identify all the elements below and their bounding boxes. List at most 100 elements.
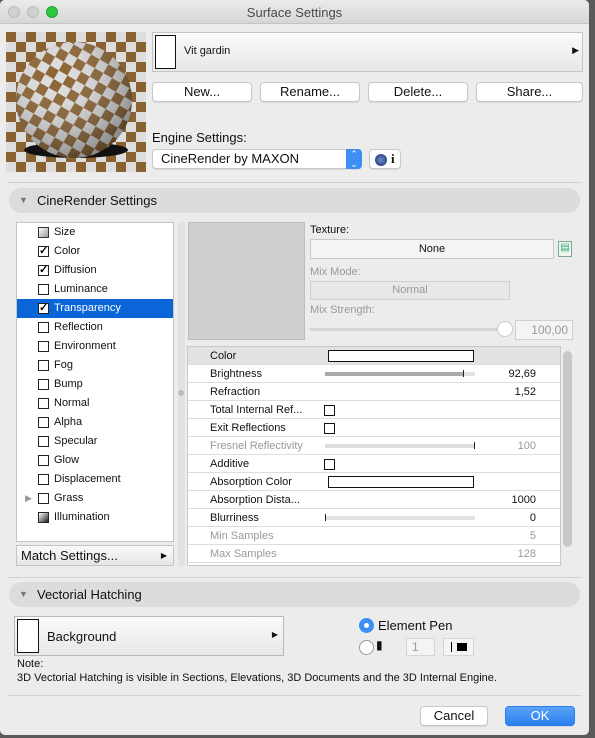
checkbox[interactable] [324, 423, 335, 434]
channel-item-bump[interactable]: Bump [17, 375, 173, 394]
pen-color-button[interactable] [443, 638, 474, 656]
engine-info-button[interactable]: i [369, 149, 401, 169]
param-row[interactable]: Additive [188, 455, 560, 473]
checkbox[interactable] [38, 455, 49, 466]
param-row[interactable]: Min Samples 5 [188, 527, 560, 545]
mix-strength-slider[interactable] [310, 321, 513, 337]
engine-select[interactable]: CineRender by MAXON ⌃ ⌄ [152, 149, 362, 169]
param-slider[interactable] [325, 442, 475, 449]
match-settings-button[interactable]: Match Settings... ▶ [16, 545, 174, 566]
checkbox[interactable] [324, 405, 335, 416]
custom-pen-radio[interactable] [359, 640, 374, 655]
param-label: Color [210, 350, 237, 362]
param-value[interactable]: 1000 [512, 491, 536, 509]
texture-file-icon[interactable]: ▤ [558, 241, 572, 257]
param-value[interactable]: 5 [530, 527, 536, 545]
param-row[interactable]: Refraction 1,52 [188, 383, 560, 401]
param-row[interactable]: Brightness 92,69 [188, 365, 560, 383]
channel-item-color[interactable]: ✓ Color [17, 242, 173, 261]
param-row[interactable]: Blurriness 0 [188, 509, 560, 527]
channel-item-fog[interactable]: Fog [17, 356, 173, 375]
checkbox[interactable] [38, 322, 49, 333]
channel-item-alpha[interactable]: Alpha [17, 413, 173, 432]
slider-tick[interactable] [325, 514, 326, 521]
channel-item-diffusion[interactable]: ✓ Diffusion [17, 261, 173, 280]
param-row[interactable]: Color [188, 347, 560, 365]
scrollbar[interactable] [563, 351, 572, 547]
checkbox[interactable] [38, 360, 49, 371]
color-swatch[interactable] [328, 476, 474, 488]
color-swatch[interactable] [328, 350, 474, 362]
checkbox[interactable] [38, 436, 49, 447]
param-slider[interactable] [325, 514, 475, 521]
window-title: Surface Settings [246, 5, 343, 20]
channel-item-specular[interactable]: Specular [17, 432, 173, 451]
param-row[interactable]: Absorption Color [188, 473, 560, 491]
param-row[interactable]: Exit Reflections [188, 419, 560, 437]
param-value[interactable]: 1,52 [515, 383, 536, 401]
channel-item-reflection[interactable]: Reflection [17, 318, 173, 337]
param-row[interactable]: Total Internal Ref... [188, 401, 560, 419]
mix-mode-select[interactable]: Normal [310, 281, 510, 300]
splitter[interactable] [178, 222, 185, 566]
param-value[interactable]: 128 [518, 545, 536, 563]
channel-item-grass[interactable]: ▶ Grass [17, 489, 173, 508]
channel-label: Alpha [54, 416, 83, 428]
slider-tick[interactable] [463, 370, 465, 377]
channel-item-size[interactable]: Size [17, 223, 173, 242]
checkbox[interactable] [38, 341, 49, 352]
checkbox[interactable] [38, 493, 49, 504]
channel-label: Transparency [54, 302, 121, 314]
checkbox[interactable] [324, 459, 335, 470]
param-row[interactable]: Absorption Dista... 1000 [188, 491, 560, 509]
channel-item-displacement[interactable]: Displacement [17, 470, 173, 489]
cinerender-settings-header[interactable]: ▼ CineRender Settings [9, 188, 580, 213]
fill-swatch [17, 619, 39, 653]
checkbox[interactable] [38, 379, 49, 390]
channel-label: Fog [54, 359, 73, 371]
checkbox[interactable] [38, 417, 49, 428]
param-row[interactable]: Max Samples 128 [188, 545, 560, 563]
param-slider[interactable] [325, 370, 475, 377]
delete-button[interactable]: Delete... [368, 82, 468, 102]
pen-number-input[interactable]: 1 [406, 638, 435, 656]
param-label: Absorption Color [210, 476, 292, 488]
checkbox-checked[interactable]: ✓ [38, 246, 49, 257]
channel-label: Glow [54, 454, 80, 466]
channel-item-illumination[interactable]: Illumination [17, 508, 173, 527]
checkbox[interactable] [38, 474, 49, 485]
slider-tick[interactable] [474, 442, 475, 449]
element-pen-radio[interactable] [359, 618, 374, 633]
share-button[interactable]: Share... [476, 82, 583, 102]
channel-item-normal[interactable]: Normal [17, 394, 173, 413]
param-value: 100 [517, 440, 536, 452]
expand-triangle-icon[interactable]: ▶ [25, 489, 32, 508]
slider-knob[interactable] [497, 321, 513, 337]
checkbox-checked[interactable]: ✓ [38, 265, 49, 276]
channel-label: Illumination [54, 511, 110, 523]
channel-item-transparency[interactable]: ✓ Transparency [17, 299, 173, 318]
channel-item-glow[interactable]: Glow [17, 451, 173, 470]
param-value: 92,69 [508, 368, 536, 380]
mix-strength-input[interactable]: 100,00 [515, 320, 573, 340]
vectorial-hatching-header[interactable]: ▼ Vectorial Hatching [9, 582, 580, 607]
channel-item-environment[interactable]: Environment [17, 337, 173, 356]
arrow-right-icon: ▶ [160, 551, 167, 560]
param-label: Absorption Dista... [210, 494, 300, 506]
checkbox[interactable] [38, 284, 49, 295]
pen-icon: ▮ [376, 638, 383, 652]
rename-button[interactable]: Rename... [260, 82, 360, 102]
note-text: 3D Vectorial Hatching is visible in Sect… [17, 672, 497, 684]
mix-mode-label: Mix Mode: [310, 266, 361, 278]
checkbox[interactable] [38, 398, 49, 409]
surface-name-field[interactable]: Vit gardin ▶ [152, 32, 583, 72]
texture-button[interactable]: None [310, 239, 554, 259]
fill-select[interactable]: Background ▶ [14, 616, 284, 656]
surface-preview [6, 32, 146, 172]
ok-button[interactable]: OK [505, 706, 575, 726]
new-button[interactable]: New... [152, 82, 252, 102]
checkbox-checked[interactable]: ✓ [38, 303, 49, 314]
param-row[interactable]: Fresnel Reflectivity 100 [188, 437, 560, 455]
cancel-button[interactable]: Cancel [420, 706, 488, 726]
channel-item-luminance[interactable]: Luminance [17, 280, 173, 299]
